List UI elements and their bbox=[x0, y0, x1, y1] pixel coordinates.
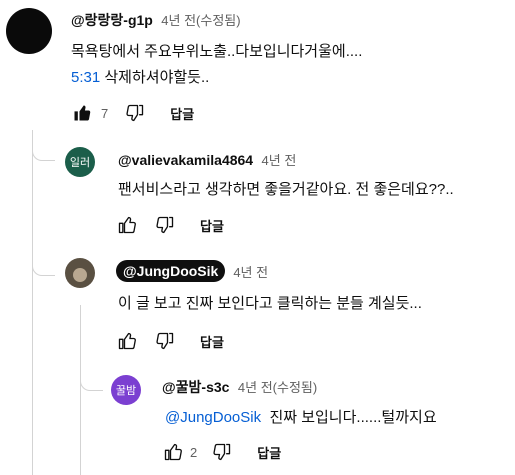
comment-text: 팬서비스라고 생각하면 좋을거같아요. 전 좋은데요??.. bbox=[118, 181, 454, 198]
like-icon[interactable] bbox=[116, 330, 138, 352]
comment-actions: 7 답글 bbox=[71, 102, 194, 124]
comment-header: @랑랑랑-g1p 4년 전(수정됨) bbox=[71, 10, 241, 30]
thread-line bbox=[80, 305, 81, 475]
thread-line bbox=[32, 130, 33, 475]
dislike-icon[interactable] bbox=[154, 330, 176, 352]
comment-actions: 2 답글 bbox=[162, 441, 281, 463]
comment-header: @꿀밤-s3c 4년 전(수정됨) bbox=[162, 377, 317, 397]
comment-time[interactable]: 4년 전(수정됨) bbox=[161, 13, 240, 28]
comment-actions: 답글 bbox=[116, 214, 224, 236]
thread-connector bbox=[32, 138, 55, 161]
comment-actions: 답글 bbox=[116, 330, 224, 352]
avatar[interactable] bbox=[65, 258, 95, 288]
like-icon[interactable] bbox=[162, 441, 184, 463]
like-filled-icon[interactable] bbox=[71, 102, 93, 124]
comment-author[interactable]: @랑랑랑-g1p bbox=[71, 12, 153, 28]
comment-time[interactable]: 4년 전 bbox=[233, 262, 268, 281]
reply-button[interactable]: 답글 bbox=[170, 104, 194, 123]
avatar[interactable] bbox=[6, 8, 52, 54]
comment-text: 이 글 보고 진짜 보인다고 클릭하는 분들 계실듯... bbox=[118, 295, 422, 312]
like-icon[interactable] bbox=[116, 214, 138, 236]
comment-text: @JungDooSik 진짜 보입니다......털까지요 bbox=[165, 409, 437, 426]
dislike-icon[interactable] bbox=[124, 102, 146, 124]
reply-button[interactable]: 답글 bbox=[200, 216, 224, 235]
dislike-icon[interactable] bbox=[154, 214, 176, 236]
comment-author[interactable]: @꿀밤-s3c bbox=[162, 379, 229, 395]
comment-header: @JungDooSik 4년 전 bbox=[116, 260, 268, 282]
dislike-icon[interactable] bbox=[211, 441, 233, 463]
thread-connector bbox=[32, 255, 55, 276]
reply-button[interactable]: 답글 bbox=[200, 332, 224, 351]
mention-link[interactable]: @JungDooSik bbox=[165, 409, 261, 426]
channel-owner-badge[interactable]: @JungDooSik bbox=[116, 260, 226, 282]
comment-time[interactable]: 4년 전 bbox=[262, 153, 297, 168]
comment-text-line2: 5:31 삭제하셔야할듯.. bbox=[71, 69, 210, 86]
reply-button[interactable]: 답글 bbox=[257, 443, 281, 462]
comment-time[interactable]: 4년 전(수정됨) bbox=[238, 380, 317, 395]
comment-text: 목욕탕에서 주요부위노출..다보입니다거울에.... bbox=[71, 43, 363, 60]
timestamp-link[interactable]: 5:31 bbox=[71, 69, 100, 86]
avatar[interactable]: 꿀밤 bbox=[111, 375, 141, 405]
comment-author[interactable]: @valievakamila4864 bbox=[118, 152, 253, 168]
thread-connector bbox=[80, 370, 103, 391]
like-count: 2 bbox=[190, 444, 198, 460]
avatar[interactable]: 일러 bbox=[65, 147, 95, 177]
like-count: 7 bbox=[101, 105, 109, 121]
comment-header: @valievakamila4864 4년 전 bbox=[118, 150, 296, 170]
